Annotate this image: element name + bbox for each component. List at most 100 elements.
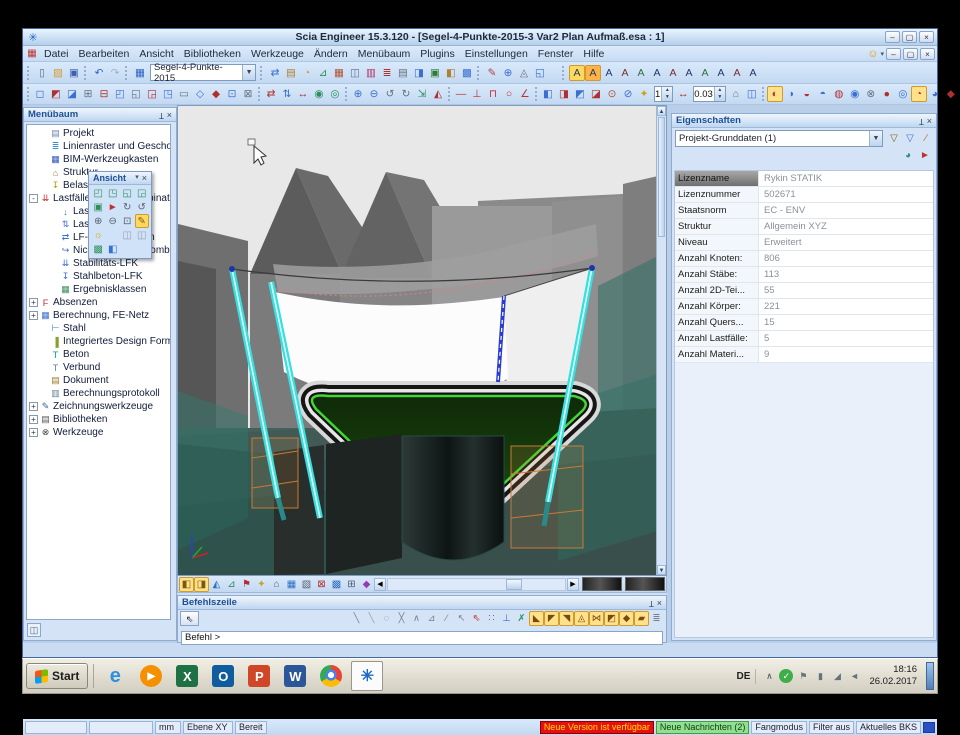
tool-button[interactable]: ⊠ [240, 86, 256, 102]
pin-icon[interactable]: T [649, 598, 654, 608]
line-tool-button[interactable]: — [453, 86, 469, 102]
taskbar-app-button[interactable]: X [171, 661, 203, 691]
snap-line-button[interactable]: ╲ [364, 611, 379, 626]
view-preview-box[interactable] [625, 577, 665, 591]
tree-item[interactable]: ▐ Integriertes Design Forms [27, 335, 170, 348]
line-grid-button[interactable]: ⊥ [499, 611, 514, 626]
toolbar-grip[interactable] [762, 87, 764, 101]
save-button[interactable]: ▣ [66, 65, 82, 81]
property-value[interactable]: 221 [759, 299, 933, 314]
mdi-restore-button[interactable]: ▢ [903, 48, 918, 60]
property-value[interactable]: 806 [759, 251, 933, 266]
snap-line-button[interactable]: ╲ [349, 611, 364, 626]
bim-tool-button[interactable]: ◎ [895, 86, 911, 102]
undo-button[interactable]: ↶ [91, 65, 107, 81]
tool-button[interactable]: ⊙ [604, 86, 620, 102]
expander-icon[interactable]: + [29, 415, 38, 424]
taskbar-app-button[interactable]: ✳ [351, 661, 383, 691]
tree-item[interactable]: + ▦ Berechnung, FE-Netz [27, 309, 170, 322]
home-view-button[interactable]: ⌂ [269, 577, 284, 592]
toolbar-grip[interactable] [125, 66, 129, 80]
property-row[interactable]: Lizenznummer 502671 [675, 187, 933, 203]
dot-grid-button[interactable]: ∷ [484, 611, 499, 626]
view-back-button[interactable]: ◳ [106, 186, 121, 200]
view-player-button[interactable]: ► [106, 200, 121, 214]
property-value[interactable]: 502671 [759, 187, 933, 202]
redo-button[interactable]: ↷ [107, 65, 123, 81]
open-button[interactable]: ▨ [50, 65, 66, 81]
taskbar-app-button[interactable]: P [243, 661, 275, 691]
view-flag-button[interactable]: A [681, 65, 697, 81]
rotate-cw-button[interactable]: ↻ [120, 200, 135, 214]
render-mode-button[interactable]: ◨ [194, 577, 209, 592]
surface-button[interactable]: ⊿ [224, 577, 239, 592]
zoom-window-button[interactable]: ⊡ [120, 214, 135, 228]
tree-item[interactable]: T Verbund [27, 361, 170, 374]
scroll-left-icon[interactable]: ◀ [374, 578, 386, 591]
tool-button[interactable]: ◧ [540, 86, 556, 102]
mdi-close-button[interactable]: × [920, 48, 935, 60]
pin-icon[interactable]: T [919, 116, 924, 126]
taskbar-app-button[interactable]: e [99, 661, 131, 691]
vscroll-thumb[interactable] [658, 117, 665, 237]
close-icon[interactable]: × [657, 598, 662, 608]
tool-button[interactable]: ⊖ [366, 86, 382, 102]
tree-item[interactable]: T Beton [27, 348, 170, 361]
property-row[interactable]: Anzahl 2D-Tei... 55 [675, 283, 933, 299]
bim-tool-button[interactable]: ◒ [799, 86, 815, 102]
edit-view-button[interactable]: ✎ [135, 214, 150, 228]
tool-button[interactable]: ▭ [176, 86, 192, 102]
line-tool-button[interactable]: ⊓ [485, 86, 501, 102]
add-view-button[interactable]: ⊞ [344, 577, 359, 592]
expander-icon[interactable]: + [29, 402, 38, 411]
status-button[interactable]: Fangmodus [751, 721, 807, 734]
lights-button[interactable]: ✦ [254, 577, 269, 592]
menu-item[interactable]: Menübaum [353, 48, 416, 60]
toolbar-grip[interactable] [27, 87, 29, 101]
tool-button[interactable]: ⇅ [279, 86, 295, 102]
tool-button[interactable]: ↻ [398, 86, 414, 102]
view-flag-button[interactable]: A [585, 65, 601, 81]
tool-button[interactable]: ⊕ [500, 65, 516, 81]
toolbar-grip[interactable] [535, 87, 537, 101]
expander-icon[interactable]: + [29, 298, 38, 307]
tool-button[interactable]: ✦ [636, 86, 652, 102]
scroll-right-icon[interactable]: ▶ [567, 578, 579, 591]
restore-button[interactable]: ▢ [902, 31, 917, 43]
snap-mode-button[interactable]: ◥ [559, 611, 574, 626]
status-button[interactable]: Filter aus [809, 721, 854, 734]
tool-button[interactable]: ⊟ [96, 86, 112, 102]
bks-color-swatch[interactable] [923, 722, 935, 733]
property-row[interactable]: Struktur Allgemein XYZ [675, 219, 933, 235]
viewport-hscrollbar[interactable] [387, 578, 566, 591]
angle-tool-button[interactable]: ∠ [517, 86, 533, 102]
tree-item[interactable]: ▤ Projekt [27, 127, 170, 140]
snap-mode-button[interactable]: ◬ [574, 611, 589, 626]
tool-button[interactable]: ▩ [459, 65, 475, 81]
view-flag-button[interactable]: A [617, 65, 633, 81]
tool-button[interactable]: ◉ [311, 86, 327, 102]
render-mode-button[interactable]: ◧ [179, 577, 194, 592]
menu-item[interactable]: Ändern [309, 48, 353, 60]
taskbar-app-button[interactable]: W [279, 661, 311, 691]
tree-item[interactable]: ▦ BIM-Werkzeugkasten [27, 153, 170, 166]
pin-icon[interactable]: T [159, 110, 164, 120]
taskbar-app-button[interactable]: O [207, 661, 239, 691]
property-row[interactable]: Anzahl Knoten: 806 [675, 251, 933, 267]
filter-buffer-icon[interactable]: ▽ [887, 132, 901, 146]
command-input[interactable] [181, 631, 663, 645]
zoom-in-button[interactable]: ⊕ [91, 214, 106, 228]
eigenschaften-header[interactable]: Eigenschaften T × [672, 114, 936, 128]
snap-mode-button[interactable]: ◆ [619, 611, 634, 626]
network-icon[interactable]: ◢ [830, 669, 844, 683]
tool-button[interactable]: ◫ [744, 86, 760, 102]
pointer-mode-button[interactable]: ⇖ [180, 611, 199, 626]
tree-item[interactable]: ↧ Stahlbeton-LFK [27, 270, 170, 283]
chevron-down-icon[interactable]: ▾ [135, 173, 139, 183]
scroll-up-icon[interactable]: ▲ [657, 106, 666, 116]
tool-button[interactable]: ◩ [48, 86, 64, 102]
befehlszeile-header[interactable]: Befehlszeile T × [178, 596, 666, 610]
view-flag-button[interactable]: A [745, 65, 761, 81]
toolbar-grip[interactable] [477, 66, 481, 80]
project-selector-combo[interactable]: Segel-4-Punkte-2015 ▼ [150, 64, 256, 81]
